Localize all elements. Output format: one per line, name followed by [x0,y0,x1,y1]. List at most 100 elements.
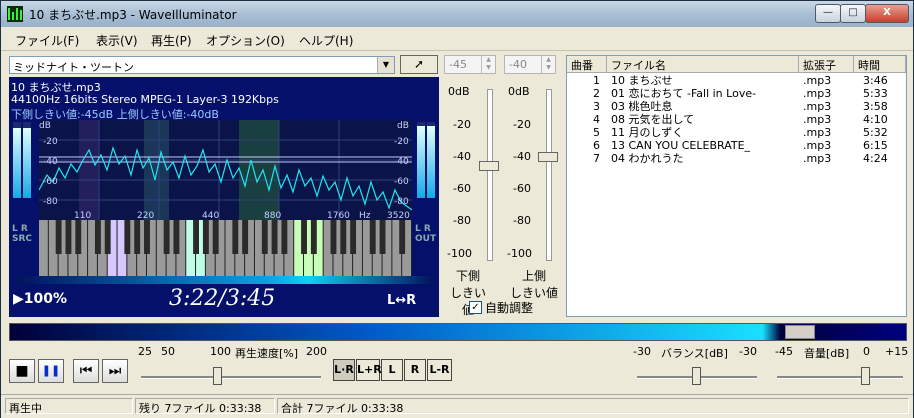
speed-slider[interactable] [141,376,321,379]
lower-threshold-track[interactable] [487,89,493,261]
track-ext: .mp3 [803,139,832,152]
black-key [104,220,111,254]
track-time: 5:33 [863,87,888,100]
col-extension[interactable]: 拡張子 [799,56,854,73]
auto-adjust-checkbox[interactable]: ✓ [469,301,482,314]
channel-lr-button[interactable]: L·R [333,359,355,381]
list-item[interactable]: 3 03 桃色吐息 .mp3 3:58 [567,100,897,113]
svg-text:-80: -80 [394,197,409,207]
out-right-meter [427,122,435,198]
status-total: 合計 7ファイル 0:33:38 [277,398,909,415]
channel-l-plus-r-button[interactable]: L+R [356,359,382,381]
track-name: 01 恋におちて -Fall in Love- [611,87,757,100]
black-key [330,220,337,254]
volume-label: 音量[dB] [804,347,850,360]
track-time: 3:58 [863,100,888,113]
spectrum-display: dB -20 -40 -60 -80 dB -20 -40 -60 -80 11… [39,120,412,220]
track-no: 4 [593,113,600,126]
upper-threshold-input[interactable]: -40 ▲ ▼ [504,55,556,74]
col-track-no[interactable]: 曲番 [567,56,607,73]
black-key [350,220,357,254]
black-key [202,220,209,254]
list-item[interactable]: 5 11 月のしずく .mp3 5:32 [567,126,897,139]
black-key [134,220,141,254]
previous-button[interactable]: ⏮ [73,359,99,383]
black-key [369,220,376,254]
balance-thumb[interactable] [692,367,701,385]
window-title: 10 まちぶせ.mp3 - WaveIlluminator [29,8,237,22]
black-key [271,220,278,254]
track-name: 08 元気を出して [611,113,695,126]
speed-thumb[interactable] [213,367,222,385]
upper-threshold-thumb[interactable] [538,152,558,162]
list-item[interactable]: 2 01 恋におちて -Fall in Love- .mp3 5:33 [567,87,897,100]
theme-select[interactable]: ミッドナイト・ツートン ▼ [9,56,395,74]
list-item[interactable]: 7 04 わかれうた .mp3 4:24 [567,152,897,165]
spin-updown-icon[interactable]: ▲ ▼ [541,56,555,73]
chevron-down-icon[interactable]: ▼ [377,57,394,73]
track-name: 10 まちぶせ [611,74,673,87]
channel-l-minus-r-button[interactable]: L-R [427,359,452,381]
svg-text:-40: -40 [43,157,58,167]
channel-r-button[interactable]: R [404,359,426,381]
menu-help[interactable]: ヘルプ(H) [299,32,353,49]
black-key [55,220,62,254]
minimize-button[interactable]: — [815,4,841,23]
menu-file[interactable]: ファイル(F) [15,32,79,49]
menu-view[interactable]: 表示(V) [96,32,138,49]
volume-slider[interactable] [777,376,903,379]
seek-bar[interactable] [9,323,907,341]
close-button[interactable]: X [865,4,909,23]
black-key [94,220,101,254]
menu-options[interactable]: オプション(O) [206,32,285,49]
svg-text:220: 220 [137,211,154,220]
maximize-button[interactable]: □ [840,4,866,23]
svg-text:-60: -60 [394,177,409,187]
black-key [124,220,131,254]
list-item[interactable]: 1 10 まちぶせ .mp3 3:46 [567,74,897,87]
svg-text:440: 440 [202,211,219,220]
channel-l-button[interactable]: L [381,359,403,381]
track-name: 03 桃色吐息 [611,100,673,113]
volume-thumb[interactable] [861,367,870,385]
next-button[interactable]: ⏭ [102,359,128,383]
menu-play[interactable]: 再生(P) [151,32,192,49]
track-no: 2 [593,87,600,100]
track-time: 5:32 [863,126,888,139]
black-key [212,220,219,254]
seek-thumb[interactable] [785,325,815,339]
auto-adjust-label: 自動調整 [485,301,534,315]
title-bar: 10 まちぶせ.mp3 - WaveIlluminator — □ X [1,1,913,27]
playlist[interactable]: 曲番 ファイル名 拡張子 時間 1 10 まちぶせ .mp3 3:46 2 01 恋におち… [566,55,907,317]
pause-button[interactable]: ❚❚ [38,359,64,383]
lower-threshold-value: -45 [449,58,467,71]
white-key [39,220,48,276]
col-duration[interactable]: 時間 [854,56,906,73]
black-key [75,220,82,254]
black-key [301,220,307,254]
list-item[interactable]: 6 13 CAN YOU CELEBRATE_ .mp3 6:15 [567,139,897,152]
app-icon [7,6,23,22]
black-key [193,220,199,254]
lower-threshold-input[interactable]: -45 ▲ ▼ [444,55,496,74]
status-bar: 再生中 残り 7ファイル 0:33:38 合計 7ファイル 0:33:38 [1,394,913,418]
track-ext: .mp3 [803,152,832,165]
col-file-name[interactable]: ファイル名 [607,56,799,73]
speed-readout: ▶100% [13,291,68,307]
svg-text:-80: -80 [43,197,58,207]
track-time: 4:10 [863,113,888,126]
black-key [281,220,288,254]
upper-threshold-label: 上側 しきい値 [509,269,558,300]
piano-keyboard [39,220,412,276]
svg-text:-60: -60 [43,177,58,187]
pointer-button[interactable]: ➚ [400,55,438,74]
track-no: 5 [593,126,600,139]
track-no: 6 [593,139,600,152]
src-right-meter [23,122,31,198]
spin-updown-icon[interactable]: ▲ ▼ [481,56,495,73]
stop-button[interactable]: ■ [9,359,35,383]
list-item[interactable]: 4 08 元気を出して .mp3 4:10 [567,113,897,126]
svg-text:-40: -40 [394,157,409,167]
lower-threshold-thumb[interactable] [479,160,499,171]
upper-threshold-track[interactable] [546,89,552,261]
